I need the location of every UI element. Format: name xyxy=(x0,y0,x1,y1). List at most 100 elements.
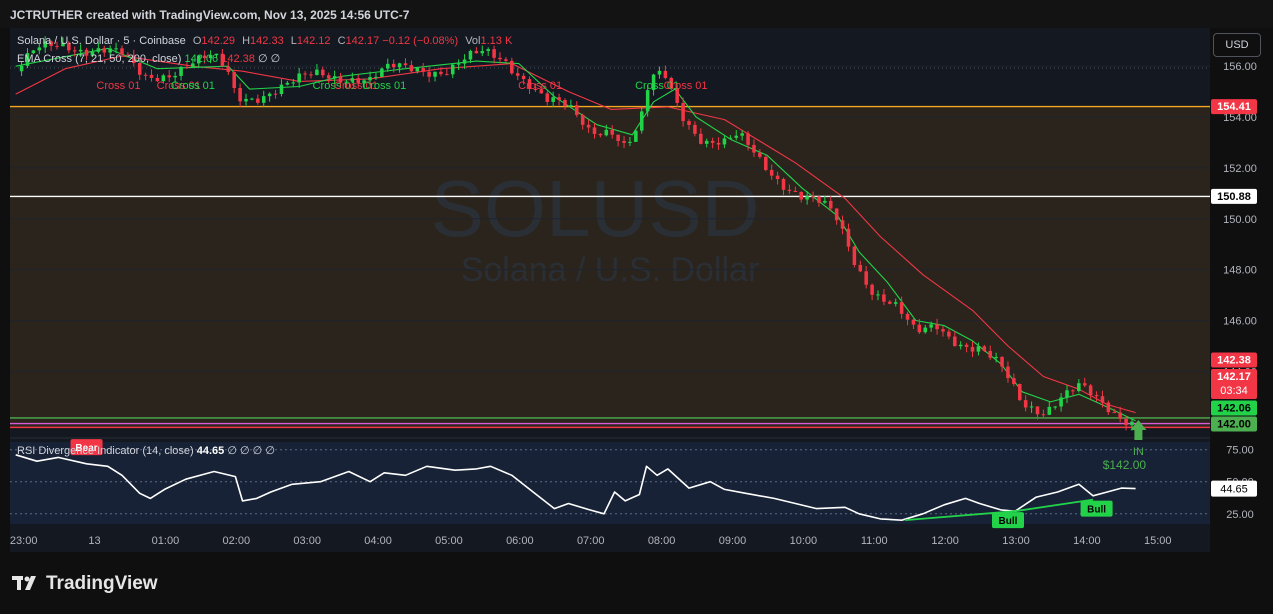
candle-body xyxy=(226,66,231,72)
candle-body xyxy=(19,65,24,72)
candle-body xyxy=(1082,383,1087,386)
candle-body xyxy=(143,74,148,76)
candle-body xyxy=(332,76,337,79)
candle-body xyxy=(439,71,443,75)
candle-body xyxy=(693,124,697,134)
x-tick-label: 08:00 xyxy=(648,535,676,547)
candle-body xyxy=(1023,400,1028,408)
chart-credit: JCTRUTHER created with TradingView.com, … xyxy=(10,8,410,22)
candle-body xyxy=(1094,395,1099,397)
countdown-label: 03:34 xyxy=(1220,385,1248,397)
price-label: 150.88 xyxy=(1217,191,1251,203)
candle-body xyxy=(645,90,650,112)
candle-body xyxy=(964,344,969,347)
candle xyxy=(303,71,307,80)
candle-body xyxy=(864,271,868,285)
tradingview-logo: TradingView xyxy=(12,573,158,595)
candle-body xyxy=(1106,402,1111,413)
candle xyxy=(321,66,325,78)
candle-body xyxy=(982,346,987,351)
ema-legend[interactable]: EMA Cross (7, 21, 50, 200, close) 142.06… xyxy=(17,52,280,65)
candle-body xyxy=(232,71,236,89)
candle-body xyxy=(699,133,703,144)
candle xyxy=(450,63,455,79)
candle xyxy=(445,68,449,76)
candle-body xyxy=(616,134,620,141)
candle-body xyxy=(988,350,993,358)
candle-body xyxy=(728,137,733,139)
candle-body xyxy=(935,324,939,330)
candle-body xyxy=(450,64,455,75)
candle-body xyxy=(752,144,756,153)
candle-body xyxy=(1000,356,1004,367)
candle-body xyxy=(923,327,928,333)
candle-body xyxy=(285,82,290,85)
candle-body xyxy=(704,140,709,144)
watermark-ticker: SOLUSD xyxy=(431,164,760,253)
symbol-name: Solana / U.S. Dollar · 5 · Coinbase xyxy=(17,35,186,47)
candle-body xyxy=(309,74,313,76)
candle-body xyxy=(409,65,414,72)
close-label: C xyxy=(337,35,346,47)
x-tick-label: 05:00 xyxy=(435,535,463,547)
candle-body xyxy=(279,84,284,94)
candle-body xyxy=(610,129,614,135)
candle xyxy=(309,71,313,79)
rsi-legend[interactable]: RSI Divergence Indicator (14, close) 44.… xyxy=(17,444,275,457)
divergence-label: Bull xyxy=(999,516,1018,527)
candle-body xyxy=(805,196,809,200)
candle-body xyxy=(569,105,573,107)
candle-body xyxy=(510,60,514,74)
x-tick-label: 12:00 xyxy=(931,535,959,547)
candle-body xyxy=(787,189,792,191)
volume-label: Vol xyxy=(465,35,481,47)
candle-body xyxy=(1059,397,1063,407)
candle xyxy=(634,130,638,143)
candle-body xyxy=(521,75,526,80)
candle xyxy=(504,56,508,63)
candle xyxy=(380,67,384,78)
candle xyxy=(179,65,183,81)
x-tick-label: 01:00 xyxy=(152,535,180,547)
candle-body xyxy=(1130,421,1134,426)
candle-body xyxy=(1077,383,1081,392)
candle xyxy=(143,72,148,81)
symbol-watermark: SOLUSD Solana / U.S. Dollar xyxy=(431,164,760,289)
candle-body xyxy=(386,63,390,69)
change-value: −0.12 (−0.08%) xyxy=(382,35,459,47)
currency-button[interactable]: USD xyxy=(1213,33,1261,57)
candle-body xyxy=(421,67,425,72)
candle-body xyxy=(976,346,981,352)
candle-body xyxy=(882,294,886,302)
cross-annotation: Cross 01 xyxy=(663,80,707,92)
ema-v4: ∅ xyxy=(270,53,281,65)
candle-body xyxy=(1053,406,1057,408)
x-tick-label: 11:00 xyxy=(861,535,888,547)
rsi-y-tick-label: 25.00 xyxy=(1226,509,1254,521)
candle-body xyxy=(397,63,402,68)
symbol-legend[interactable]: Solana / U.S. Dollar · 5 · Coinbase O142… xyxy=(17,35,512,47)
candle-body xyxy=(468,50,473,60)
candle-body xyxy=(634,130,638,142)
candle-body xyxy=(758,152,762,157)
candle-body xyxy=(403,63,408,66)
cross-annotation: Cross 01 xyxy=(171,80,215,92)
y-tick-label: 152.00 xyxy=(1223,163,1257,175)
candle-body xyxy=(953,336,957,347)
candle-body xyxy=(740,133,744,136)
candle-body xyxy=(828,200,833,209)
candle-body xyxy=(486,49,490,51)
price-label: 142.00 xyxy=(1217,419,1251,431)
candle-body xyxy=(321,69,325,76)
y-tick-label: 146.00 xyxy=(1223,316,1257,328)
candle-body xyxy=(545,93,550,102)
candle-body xyxy=(899,302,904,314)
candle-body xyxy=(261,96,266,103)
candle-body xyxy=(716,142,721,145)
candle-body xyxy=(492,49,496,58)
candle-body xyxy=(681,102,685,122)
candle-body xyxy=(480,50,485,54)
candle xyxy=(273,89,278,99)
candle xyxy=(250,97,254,101)
price-chart[interactable]: SOLUSD Solana / U.S. Dollar Cross 01 Cros… xyxy=(10,28,1273,552)
